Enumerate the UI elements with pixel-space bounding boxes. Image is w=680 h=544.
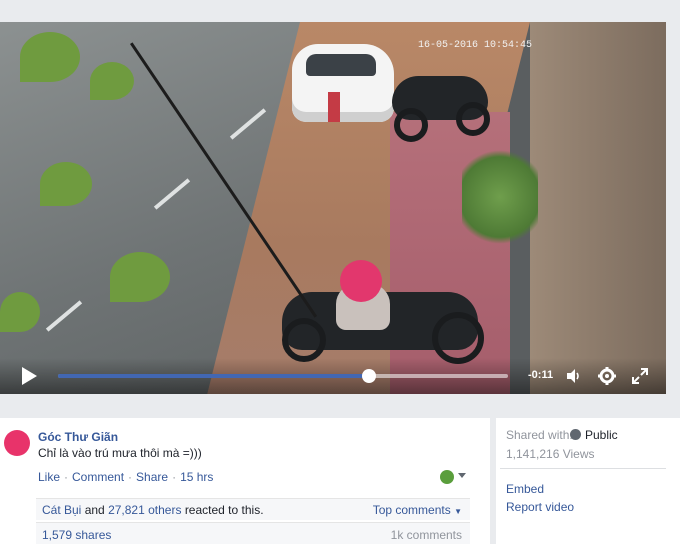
white-car [292, 44, 394, 122]
page: 16-05-2016 10:54:45 -0:11 Góc Thư Giãn C… [0, 0, 680, 544]
globe-icon [570, 429, 581, 440]
video-timestamp: 16-05-2016 10:54:45 [418, 40, 533, 51]
reactions-others[interactable]: 27,821 others [108, 503, 181, 517]
video-controls: -0:11 [0, 358, 666, 394]
building-wall [530, 22, 666, 394]
progress-fill [58, 374, 369, 378]
tree-foliage [20, 32, 80, 82]
like-button[interactable]: Like [38, 470, 60, 484]
divider [500, 468, 666, 469]
comment-button[interactable]: Comment [72, 470, 124, 484]
caret-down-icon: ▼ [454, 507, 462, 516]
motorbike-wheel [456, 102, 490, 136]
reactor-name[interactable]: Cát Bụi [42, 503, 81, 517]
volume-icon[interactable] [564, 366, 584, 386]
reactions-suffix: reacted to this. [184, 503, 264, 517]
embed-link[interactable]: Embed [506, 482, 544, 496]
tree-foliage [110, 252, 170, 302]
tree [0, 22, 210, 394]
motorbike-wheel [394, 108, 428, 142]
separator: · [172, 470, 177, 484]
share-button[interactable]: Share [136, 470, 168, 484]
top-comments-label: Top comments [372, 503, 451, 517]
top-comments-dropdown[interactable]: Top comments ▼ [373, 503, 462, 517]
fullscreen-icon[interactable] [630, 366, 650, 386]
privacy-label: Public [585, 428, 618, 442]
stats-bar: 1,579 shares 1k comments [36, 522, 470, 544]
video-side-panel: Shared with: Public 1,141,216 Views Embe… [496, 418, 680, 544]
motorbike-wheel [282, 318, 326, 362]
play-icon[interactable] [20, 366, 38, 386]
post-message: Chỉ là vào trú mưa thôi mà =))) [38, 446, 202, 460]
person-pink-helmet [340, 260, 382, 302]
separator: · [128, 470, 133, 484]
chevron-down-icon[interactable] [458, 473, 466, 478]
gear-icon[interactable] [597, 366, 617, 386]
video-player[interactable]: 16-05-2016 10:54:45 -0:11 [0, 22, 666, 394]
tree-foliage [40, 162, 92, 206]
video-frame: 16-05-2016 10:54:45 [0, 22, 666, 394]
post-author[interactable]: Góc Thư Giãn [38, 430, 118, 444]
post-actions: Like · Comment · Share · 15 hrs [38, 470, 213, 484]
shared-with-label: Shared with: [506, 428, 573, 442]
car-window [306, 54, 376, 76]
post-panel: Góc Thư Giãn Chỉ là vào trú mưa thôi mà … [0, 418, 490, 544]
car-stripe [328, 92, 340, 122]
potted-plant [462, 142, 538, 252]
reactions-summary: Cát Bụi and 27,821 others reacted to thi… [42, 503, 264, 517]
post-time[interactable]: 15 hrs [180, 470, 213, 484]
report-video-link[interactable]: Report video [506, 500, 574, 514]
progress-bar[interactable] [58, 369, 508, 383]
tree-foliage [90, 62, 134, 100]
avatar[interactable] [4, 430, 30, 456]
reactions-and: and [84, 503, 105, 517]
time-remaining: -0:11 [528, 369, 554, 381]
shares-count[interactable]: 1,579 shares [42, 528, 111, 542]
page-badge-icon [440, 470, 454, 484]
privacy-setting: Public [570, 428, 618, 442]
tree-foliage [0, 292, 40, 332]
motorbike-wheel [432, 312, 484, 364]
view-count: 1,141,216 Views [506, 447, 595, 461]
reactions-bar: Cát Bụi and 27,821 others reacted to thi… [36, 498, 470, 520]
separator: · [64, 470, 69, 484]
comments-count[interactable]: 1k comments [391, 528, 462, 542]
progress-scrubber[interactable] [361, 369, 376, 383]
